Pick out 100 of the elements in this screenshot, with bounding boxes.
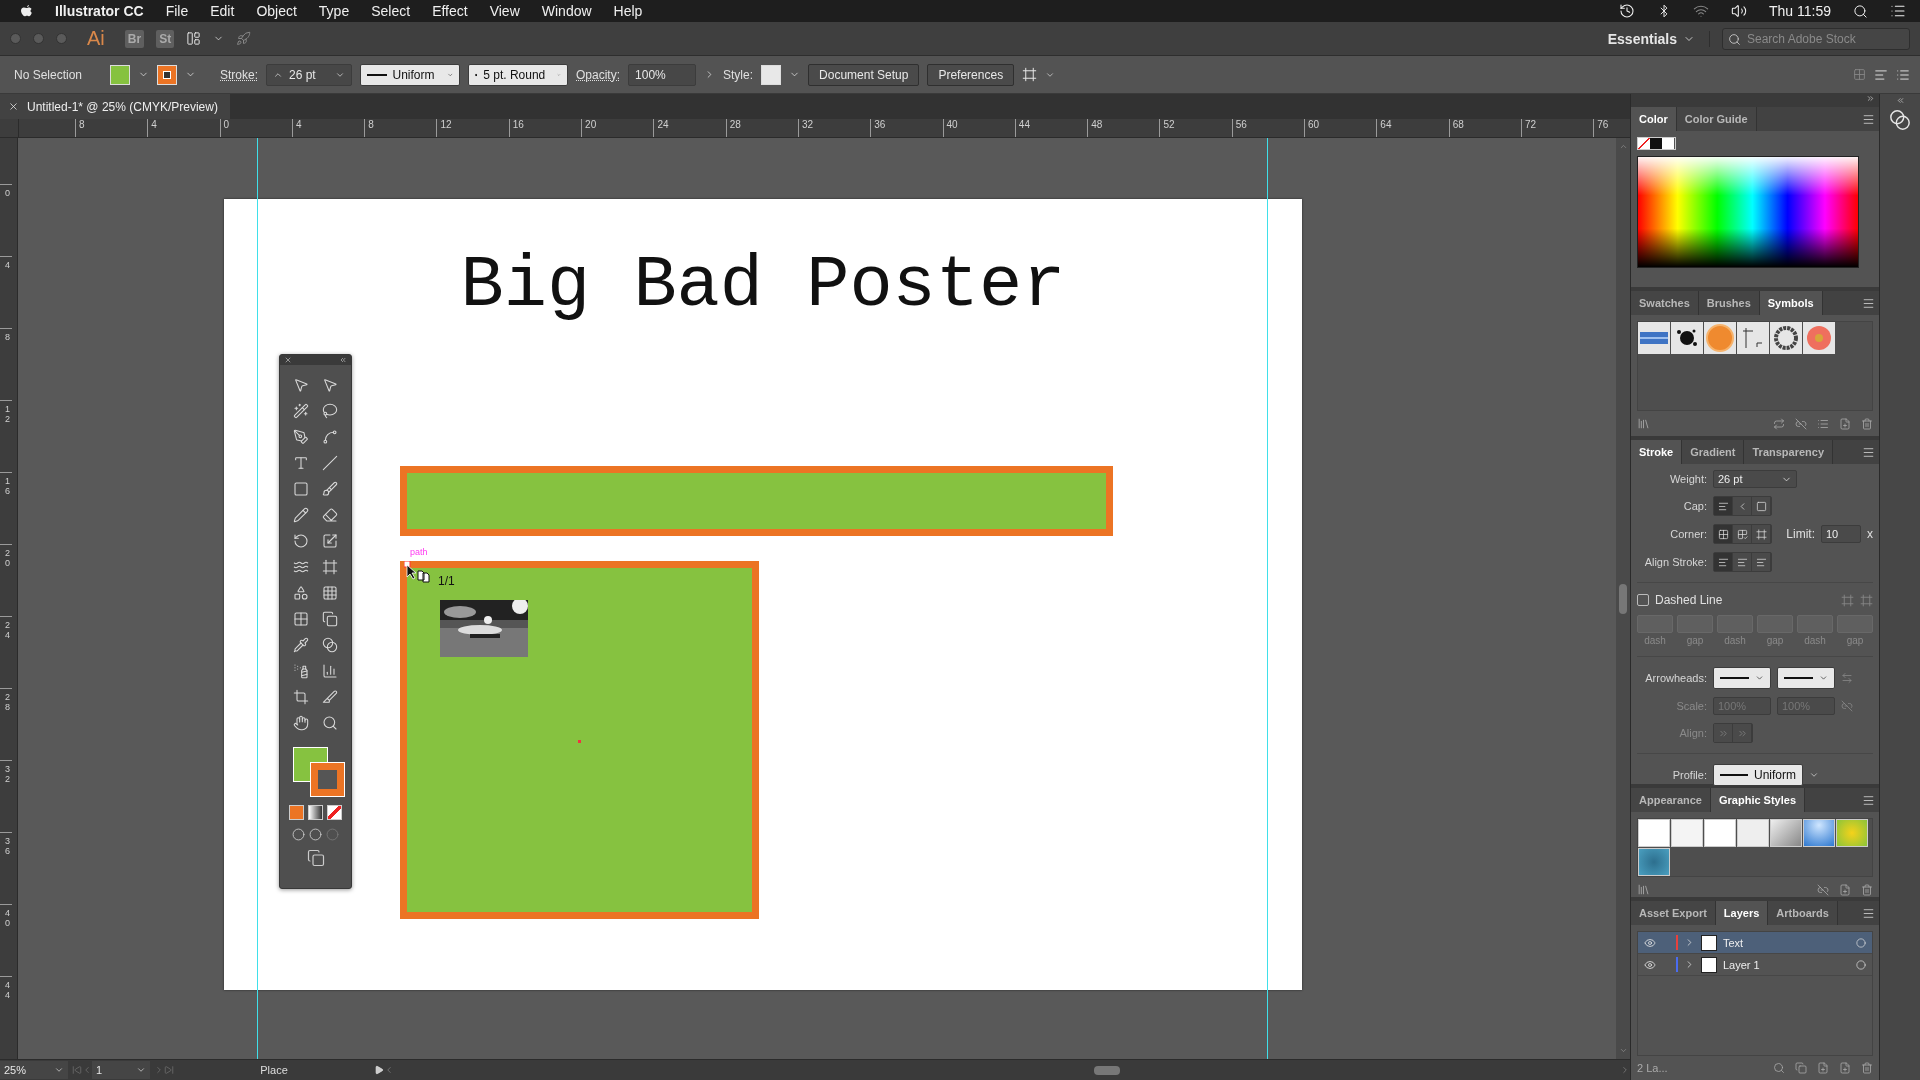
stroke-weight-field[interactable]: 26 pt	[266, 63, 352, 86]
apple-icon[interactable]	[20, 3, 33, 19]
new-layer-icon[interactable]	[1839, 1062, 1851, 1074]
fill-stroke-swatches[interactable]	[1637, 137, 1676, 150]
panel-menu-icon[interactable]	[1862, 906, 1875, 920]
window-dot[interactable]	[33, 33, 44, 44]
eye-icon[interactable]	[1644, 936, 1656, 949]
menu-item[interactable]: Effect	[432, 3, 468, 19]
layout-icon[interactable]	[186, 31, 202, 46]
line-icon[interactable]	[322, 455, 338, 471]
artboard-field[interactable]: 1	[92, 1061, 150, 1079]
menu-item[interactable]: Object	[256, 3, 297, 19]
graphic-style-swatch[interactable]	[1803, 819, 1835, 847]
opacity-label[interactable]: Opacity:	[576, 67, 621, 82]
square-cap-icon[interactable]	[1755, 500, 1767, 512]
color-spectrum[interactable]	[1637, 156, 1859, 268]
panel-menu-icon[interactable]	[1862, 445, 1875, 459]
options-icon[interactable]	[1817, 417, 1829, 430]
profile-dropdown[interactable]: Uniform	[360, 63, 460, 86]
curve-pen-icon[interactable]	[322, 429, 338, 445]
graphic-style-swatch[interactable]	[1737, 819, 1769, 847]
new-sublayer-icon[interactable]	[1817, 1062, 1829, 1074]
play-icon[interactable]	[374, 1065, 384, 1075]
pen-nib-icon[interactable]	[293, 429, 309, 445]
brush-dropdown[interactable]: 5 pt. Round	[468, 63, 568, 86]
dashed-line-checkbox[interactable]	[1637, 594, 1649, 606]
graphic-style-swatch[interactable]	[1770, 819, 1802, 847]
arrow-pointer-icon[interactable]	[293, 377, 309, 393]
collapse-icon[interactable]	[339, 356, 347, 364]
lasso-icon[interactable]	[322, 403, 338, 419]
style-swatch[interactable]	[761, 64, 782, 85]
graphic-style-swatch[interactable]	[1671, 819, 1703, 847]
ring-symbol-icon[interactable]	[1772, 324, 1800, 352]
chevron-down-icon[interactable]	[1809, 770, 1819, 780]
close-icon[interactable]	[284, 356, 292, 364]
graphic-style-swatch[interactable]	[1836, 819, 1868, 847]
workspace-switcher[interactable]: Essentials	[1607, 30, 1710, 47]
wave-icon[interactable]	[293, 559, 309, 575]
graphic-style-swatch[interactable]	[1638, 819, 1670, 847]
chevron-down-icon[interactable]	[54, 1065, 64, 1075]
swap-arrows-icon[interactable]	[1841, 672, 1853, 684]
expand-icon[interactable]	[1895, 96, 1905, 105]
break-link-icon[interactable]	[1817, 883, 1829, 896]
stroke-label[interactable]: Stroke:	[220, 67, 258, 82]
last-artboard-icon[interactable]	[164, 1065, 174, 1075]
panel-tab[interactable]: Symbols	[1759, 291, 1823, 315]
panel-menu-icon[interactable]	[1862, 793, 1875, 807]
orb-symbol-icon[interactable]	[1706, 324, 1734, 352]
pencil-icon[interactable]	[293, 507, 309, 523]
break-link-icon[interactable]	[1795, 417, 1807, 430]
trash-icon[interactable]	[1861, 417, 1873, 430]
none-mode-icon[interactable]	[327, 805, 342, 820]
align-icon[interactable]	[1874, 67, 1888, 82]
stock-search-field[interactable]: Search Adobe Stock	[1722, 27, 1910, 50]
arrowhead-start-dropdown[interactable]	[1713, 667, 1771, 689]
rotate-icon[interactable]	[293, 533, 309, 549]
chevron-down-icon[interactable]	[136, 1065, 146, 1075]
blend-circles-icon[interactable]	[322, 637, 338, 653]
menu-item[interactable]: View	[489, 3, 520, 19]
zoom-field[interactable]: 25%	[0, 1061, 68, 1079]
grid-icon[interactable]	[1853, 68, 1866, 81]
scroll-down-icon[interactable]	[1618, 1046, 1628, 1055]
app-name[interactable]: Illustrator CC	[55, 3, 144, 19]
history-icon[interactable]	[1619, 3, 1635, 19]
new-style-icon[interactable]	[1839, 883, 1851, 896]
scale-icon[interactable]	[322, 533, 338, 549]
target-icon[interactable]	[1856, 937, 1866, 948]
filled-arrow-pointer-icon[interactable]	[322, 377, 338, 393]
toolbar-button[interactable]: Document Setup	[808, 63, 920, 86]
menu-item[interactable]: Select	[371, 3, 411, 19]
list-icon[interactable]	[1890, 3, 1906, 19]
eraser-icon[interactable]	[322, 507, 338, 523]
window-dot[interactable]	[56, 33, 67, 44]
gradient-mode-icon[interactable]	[308, 805, 323, 820]
knife-icon[interactable]	[322, 689, 338, 705]
flower-symbol-icon[interactable]	[1805, 324, 1833, 352]
scroll-up-icon[interactable]	[1618, 142, 1628, 151]
volume-icon[interactable]	[1731, 3, 1747, 19]
crop-icon[interactable]	[293, 689, 309, 705]
menu-item[interactable]: Type	[318, 3, 350, 19]
opacity-field[interactable]: 100%	[628, 63, 697, 86]
graphic-style-swatch[interactable]	[1704, 819, 1736, 847]
new-symbol-icon[interactable]	[1839, 417, 1851, 430]
shapes-icon[interactable]	[293, 585, 309, 601]
search-icon[interactable]	[1853, 3, 1868, 19]
scroll-right-icon[interactable]	[1620, 1065, 1630, 1075]
panel-tab[interactable]: Layers	[1715, 901, 1769, 925]
screen-mode-icon[interactable]	[306, 849, 325, 867]
stroke-swatch[interactable]	[157, 64, 177, 85]
scrollbar-thumb[interactable]	[1094, 1065, 1120, 1075]
panel-menu-icon[interactable]	[1862, 296, 1875, 310]
menu-item[interactable]: File	[165, 3, 189, 19]
limit-field[interactable]: 10	[1821, 525, 1861, 543]
bar-chart-icon[interactable]	[322, 663, 338, 679]
spray-can-icon[interactable]	[293, 663, 309, 679]
target-icon[interactable]	[1856, 959, 1866, 970]
banner-symbol-icon[interactable]	[1640, 332, 1668, 344]
zoom-icon[interactable]	[322, 715, 338, 731]
graphic-style-swatch[interactable]	[1638, 848, 1670, 876]
arrowhead-end-dropdown[interactable]	[1777, 667, 1835, 689]
